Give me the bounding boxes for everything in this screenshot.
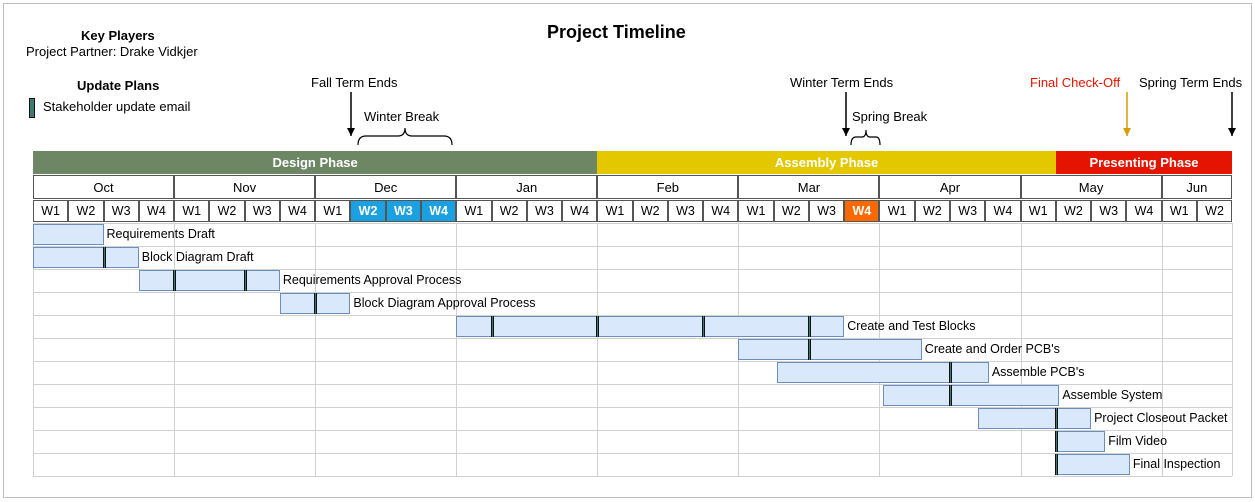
grid-month-line xyxy=(597,223,599,476)
phase-band: Presenting Phase xyxy=(1055,151,1233,174)
winter-break-brace xyxy=(357,127,453,146)
week-header: W4 xyxy=(703,200,739,222)
grid-row-line xyxy=(33,292,1233,293)
task-label: Project Closeout Packet xyxy=(1094,411,1228,425)
grid-row-line xyxy=(33,476,1233,477)
week-header: W4 xyxy=(844,200,880,222)
update-email-marker xyxy=(1054,408,1058,429)
update-email-marker xyxy=(314,293,318,314)
spring-break-brace xyxy=(850,129,881,146)
update-email-marker xyxy=(949,362,953,383)
month-header: Mar xyxy=(738,175,880,199)
week-header: W3 xyxy=(385,200,421,222)
task-label: Block Diagram Approval Process xyxy=(353,296,536,310)
update-email-marker xyxy=(807,339,811,360)
task-label: Create and Order PCB's xyxy=(924,342,1060,356)
update-email-marker xyxy=(702,316,706,337)
update-email-marker xyxy=(243,270,247,291)
week-header: W4 xyxy=(420,200,457,222)
update-email-marker xyxy=(490,316,494,337)
task-label: Assemble System xyxy=(1062,388,1163,402)
week-header: W1 xyxy=(456,200,492,222)
week-header: W1 xyxy=(879,200,915,222)
week-header: W4 xyxy=(138,200,175,222)
grid-row-line xyxy=(33,430,1233,431)
week-header: W2 xyxy=(1055,200,1092,222)
week-header: W4 xyxy=(985,200,1021,222)
phase-band: Design Phase xyxy=(33,151,598,174)
task-label: Requirements Approval Process xyxy=(282,273,462,287)
grid-month-line xyxy=(315,223,317,476)
week-header: W2 xyxy=(773,200,809,222)
week-header: W3 xyxy=(103,200,139,222)
task-bar xyxy=(456,316,845,337)
task-bar xyxy=(738,339,922,360)
week-header: W4 xyxy=(562,200,598,222)
week-header: W4 xyxy=(279,200,316,222)
task-bar xyxy=(33,224,104,245)
grid-row-line xyxy=(33,361,1233,362)
week-header: W3 xyxy=(244,200,280,222)
phase-band: Assembly Phase xyxy=(597,151,1056,174)
task-bar xyxy=(978,408,1092,429)
week-header: W2 xyxy=(1196,200,1233,222)
grid-row-line xyxy=(33,453,1233,454)
task-bar xyxy=(33,247,139,268)
task-bar xyxy=(1055,454,1130,475)
month-header: Jan xyxy=(456,175,598,199)
task-bar xyxy=(1055,431,1106,452)
week-header: W3 xyxy=(808,200,845,222)
grid-row-line xyxy=(33,338,1233,339)
update-email-marker xyxy=(102,247,106,268)
week-header: W1 xyxy=(33,200,69,222)
grid-month-line xyxy=(1232,223,1234,476)
week-header: W1 xyxy=(174,200,210,222)
grid-month-line xyxy=(456,223,458,476)
update-email-marker xyxy=(807,316,811,337)
update-email-marker xyxy=(1054,454,1058,475)
week-header: W4 xyxy=(1126,200,1162,222)
month-header: Feb xyxy=(597,175,739,199)
task-label: Requirements Draft xyxy=(106,227,215,241)
week-header: W3 xyxy=(526,200,563,222)
month-header: Nov xyxy=(174,175,316,199)
week-header: W2 xyxy=(914,200,951,222)
week-header: W1 xyxy=(597,200,633,222)
month-header: Oct xyxy=(33,175,175,199)
month-header: May xyxy=(1020,175,1162,199)
task-label: Assemble PCB's xyxy=(991,365,1085,379)
week-header: W3 xyxy=(667,200,704,222)
month-header: Jun xyxy=(1161,175,1233,199)
update-email-marker xyxy=(596,316,600,337)
week-header: W1 xyxy=(315,200,351,222)
task-label: Final Inspection xyxy=(1132,457,1221,471)
task-label: Film Video xyxy=(1108,434,1168,448)
update-email-marker xyxy=(1054,431,1058,452)
task-bar xyxy=(777,362,989,383)
task-label: Create and Test Blocks xyxy=(847,319,976,333)
week-header: W3 xyxy=(950,200,986,222)
task-bar xyxy=(138,270,280,291)
month-header: Apr xyxy=(879,175,1021,199)
month-header: Dec xyxy=(315,175,457,199)
week-header: W2 xyxy=(68,200,104,222)
week-header: W2 xyxy=(350,200,386,222)
update-email-marker xyxy=(173,270,177,291)
week-header: W1 xyxy=(1161,200,1197,222)
task-bar xyxy=(883,385,1060,406)
update-email-marker xyxy=(949,385,953,406)
grid-row-line xyxy=(33,223,1233,224)
week-header: W2 xyxy=(209,200,245,222)
week-header: W3 xyxy=(1091,200,1127,222)
task-label: Block Diagram Draft xyxy=(141,250,254,264)
week-header: W1 xyxy=(738,200,774,222)
week-header: W1 xyxy=(1020,200,1056,222)
week-header: W2 xyxy=(491,200,527,222)
week-header: W2 xyxy=(632,200,668,222)
grid-row-line xyxy=(33,246,1233,247)
